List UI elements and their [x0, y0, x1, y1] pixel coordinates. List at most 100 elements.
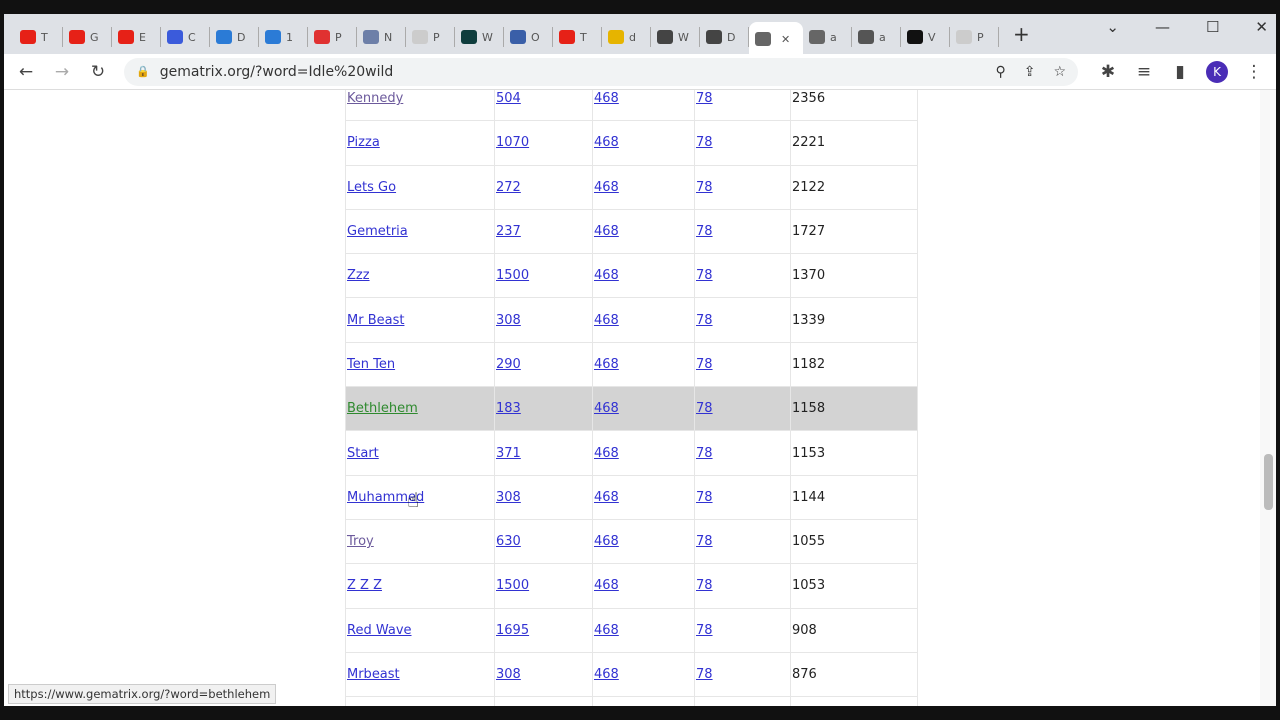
maximize-icon[interactable]: ☐ — [1206, 18, 1219, 36]
value-link[interactable]: 237 — [496, 224, 521, 239]
value-link[interactable]: 468 — [594, 490, 619, 505]
value-link[interactable]: 308 — [496, 667, 521, 682]
value-link[interactable]: 183 — [496, 401, 521, 416]
tab[interactable]: D — [210, 27, 259, 47]
word-link[interactable]: Ten Ten — [347, 357, 395, 372]
value-link[interactable]: 468 — [594, 578, 619, 593]
media-icon[interactable]: ≡ — [1134, 62, 1154, 82]
word-link[interactable]: Pizza — [347, 135, 380, 150]
value-link[interactable]: 468 — [594, 268, 619, 283]
new-tab-button[interactable]: + — [1013, 22, 1030, 46]
tab[interactable]: P — [950, 27, 999, 47]
value-link[interactable]: 468 — [594, 446, 619, 461]
share-icon[interactable]: ⇪ — [1024, 64, 1036, 80]
menu-icon[interactable]: ⋮ — [1244, 62, 1264, 82]
forward-icon[interactable]: → — [52, 62, 72, 82]
word-link[interactable]: Gemetria — [347, 224, 408, 239]
word-link[interactable]: Z Z Z — [347, 578, 382, 593]
value-link[interactable]: 78 — [696, 667, 713, 682]
scrollbar[interactable] — [1260, 90, 1276, 706]
value-link[interactable]: 78 — [696, 578, 713, 593]
word-link[interactable]: Troy — [347, 534, 374, 549]
word-link[interactable]: Zzz — [347, 268, 370, 283]
value-link[interactable]: 78 — [696, 401, 713, 416]
value-link[interactable]: 371 — [496, 446, 521, 461]
value-link[interactable]: 78 — [696, 268, 713, 283]
address-text[interactable]: gematrix.org/?word=Idle%20wild — [160, 64, 394, 80]
value-link[interactable]: 78 — [696, 534, 713, 549]
tab-search-icon[interactable]: ⌄ — [1106, 18, 1119, 36]
value-link[interactable]: 468 — [594, 401, 619, 416]
tab[interactable]: d — [602, 27, 651, 47]
tab[interactable]: V — [901, 27, 950, 47]
value-link[interactable]: 504 — [496, 91, 521, 106]
value-link[interactable]: 78 — [696, 91, 713, 106]
table-cell: Z Z Z — [345, 563, 495, 609]
value-link[interactable]: 468 — [594, 667, 619, 682]
extensions-icon[interactable]: ✱ — [1098, 62, 1118, 82]
value-link[interactable]: 468 — [594, 313, 619, 328]
tab[interactable]: ✕ — [749, 22, 803, 56]
close-tab-icon[interactable]: ✕ — [781, 33, 790, 46]
word-link[interactable]: Red Wave — [347, 623, 412, 638]
value-link[interactable]: 78 — [696, 623, 713, 638]
back-icon[interactable]: ← — [16, 62, 36, 82]
tab[interactable]: N — [357, 27, 406, 47]
value-link[interactable]: 630 — [496, 534, 521, 549]
word-link[interactable]: Start — [347, 446, 379, 461]
zoom-icon[interactable]: ⚲ — [995, 64, 1005, 80]
side-panel-icon[interactable]: ▮ — [1170, 62, 1190, 82]
table-cell: 1053 — [790, 563, 918, 609]
value-link[interactable]: 468 — [594, 623, 619, 638]
avatar[interactable]: K — [1206, 60, 1228, 83]
value-link[interactable]: 272 — [496, 180, 521, 195]
tab[interactable]: T — [14, 27, 63, 47]
close-icon[interactable]: ✕ — [1255, 18, 1268, 36]
word-link[interactable]: Mr Beast — [347, 313, 404, 328]
value-link[interactable]: 78 — [696, 446, 713, 461]
value-link[interactable]: 78 — [696, 180, 713, 195]
value-link[interactable]: 308 — [496, 490, 521, 505]
tab[interactable]: a — [803, 27, 852, 47]
value-link[interactable]: 1070 — [496, 135, 529, 150]
value-link[interactable]: 78 — [696, 490, 713, 505]
bookmark-star-icon[interactable]: ☆ — [1053, 64, 1066, 80]
address-bar[interactable]: 🔒 gematrix.org/?word=Idle%20wild ⚲ ⇪ ☆ — [124, 57, 1078, 86]
tab[interactable]: O — [504, 27, 553, 47]
value-link[interactable]: 468 — [594, 135, 619, 150]
value-link[interactable]: 78 — [696, 135, 713, 150]
value-link[interactable]: 308 — [496, 313, 521, 328]
value-link[interactable]: 1695 — [496, 623, 529, 638]
value-link[interactable]: 468 — [594, 91, 619, 106]
scrollbar-thumb[interactable] — [1264, 454, 1273, 510]
tab[interactable]: W — [455, 27, 504, 47]
tab[interactable]: P — [308, 27, 357, 47]
value-link[interactable]: 290 — [496, 357, 521, 372]
tab[interactable]: a — [852, 27, 901, 47]
value-link[interactable]: 468 — [594, 224, 619, 239]
word-link[interactable]: Mrbeast — [347, 667, 400, 682]
minimize-icon[interactable]: — — [1155, 18, 1170, 36]
value-link[interactable]: 468 — [594, 534, 619, 549]
value-link[interactable]: 78 — [696, 224, 713, 239]
value-link[interactable]: 468 — [594, 180, 619, 195]
word-link[interactable]: Kennedy — [347, 91, 403, 106]
tab[interactable]: W — [651, 27, 700, 47]
tab[interactable]: 1 — [259, 27, 308, 47]
tab[interactable]: T — [553, 27, 602, 47]
tab[interactable]: C — [161, 27, 210, 47]
value-link[interactable]: 78 — [696, 313, 713, 328]
value-link[interactable]: 1500 — [496, 268, 529, 283]
word-link[interactable]: Bethlehem — [347, 401, 418, 416]
tab[interactable]: D — [700, 27, 749, 47]
value-link[interactable]: 1500 — [496, 578, 529, 593]
reload-icon[interactable]: ↻ — [88, 62, 108, 82]
table-cell: 78 — [694, 651, 791, 698]
value-link[interactable]: 78 — [696, 357, 713, 372]
table-cell: 290 — [494, 341, 593, 388]
tab[interactable]: E — [112, 27, 161, 47]
tab[interactable]: P — [406, 27, 455, 47]
tab[interactable]: G — [63, 27, 112, 47]
value-link[interactable]: 468 — [594, 357, 619, 372]
word-link[interactable]: Lets Go — [347, 180, 396, 195]
